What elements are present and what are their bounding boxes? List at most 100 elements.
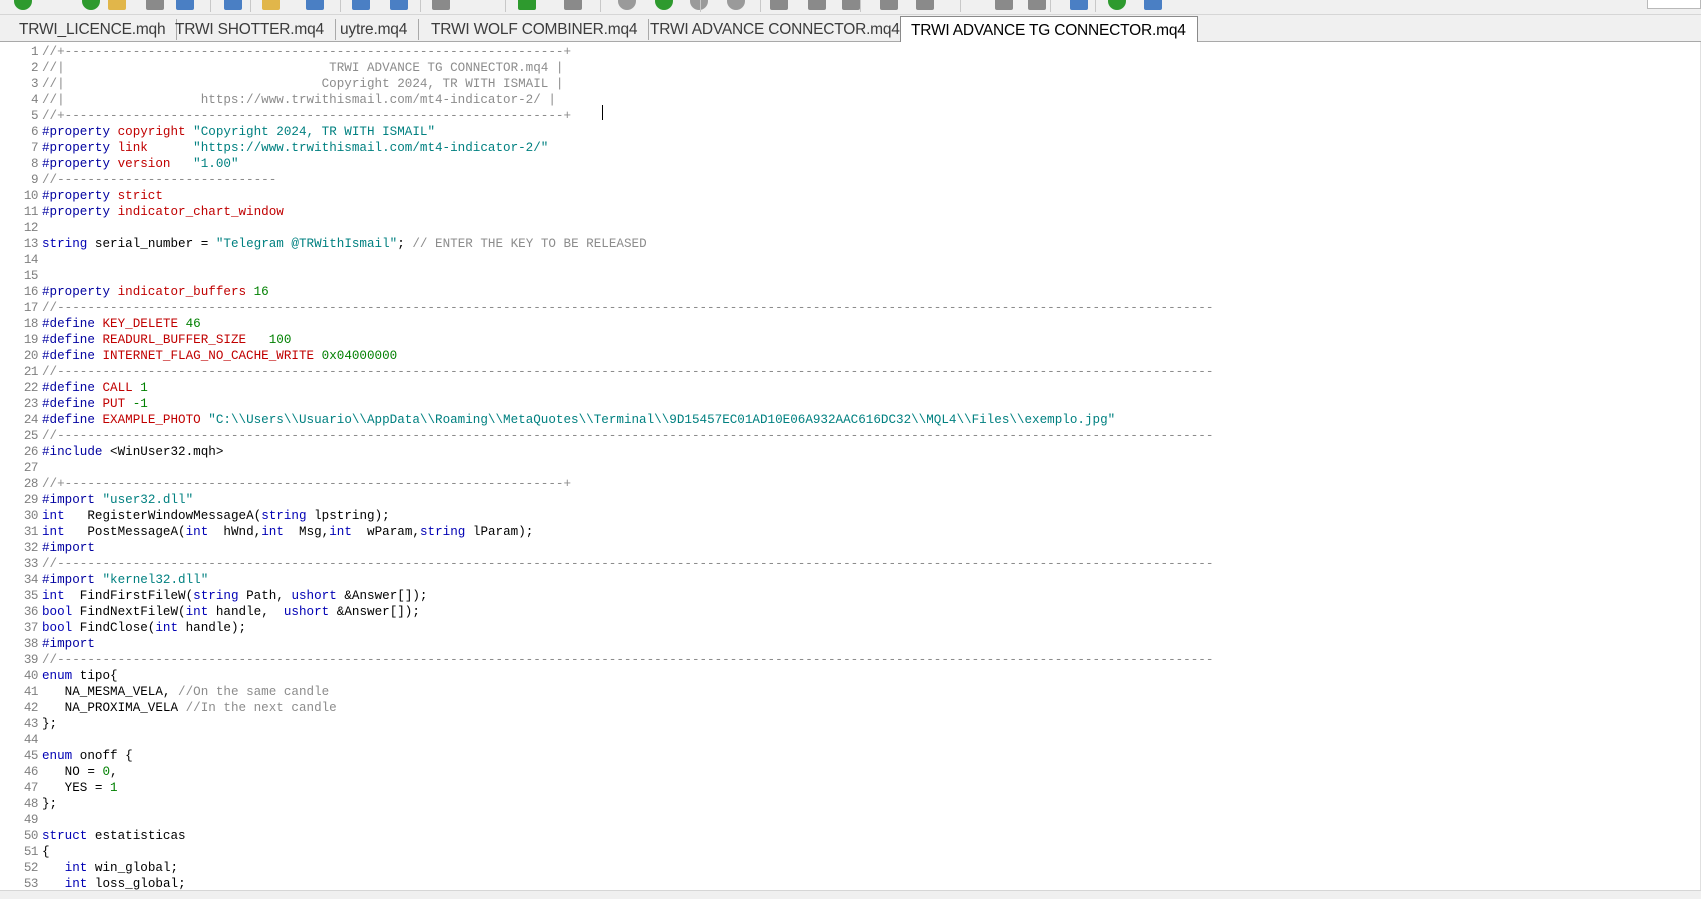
compile-icon[interactable]	[1108, 0, 1126, 10]
download-icon[interactable]	[352, 0, 370, 10]
code-line[interactable]: 51{	[0, 844, 1701, 860]
code-line[interactable]: 8 #property version "1.00"	[0, 156, 1701, 172]
code-line[interactable]: 33//------------------------------------…	[0, 556, 1701, 572]
open-folder-icon[interactable]	[82, 0, 100, 10]
redo-icon[interactable]	[306, 0, 324, 10]
compile-icon[interactable]	[176, 0, 194, 10]
code-line[interactable]: 46 NO = 0,	[0, 764, 1701, 780]
stop-icon[interactable]	[564, 0, 582, 10]
code-line[interactable]: 3//| Copyright 2024, TR WITH ISMAIL |	[0, 76, 1701, 92]
toolbar	[0, 0, 1701, 15]
save-icon[interactable]	[1028, 0, 1046, 10]
code-line[interactable]: 19 #define READURL_BUFFER_SIZE 100	[0, 332, 1701, 348]
code-line[interactable]: 26 #include <WinUser32.mqh>	[0, 444, 1701, 460]
code-line[interactable]: 31 int PostMessageA(int hWnd,int Msg,int …	[0, 524, 1701, 540]
bookmark-icon[interactable]	[1144, 0, 1162, 10]
pause-icon[interactable]	[518, 0, 536, 10]
code-token-kw: int	[329, 525, 352, 539]
code-line[interactable]: 9//-----------------------------	[0, 172, 1701, 188]
undo-icon[interactable]	[262, 0, 280, 10]
find-icon[interactable]	[727, 0, 745, 10]
code-line[interactable]: 5//+------------------------------------…	[0, 108, 1701, 124]
code-line[interactable]: 21//------------------------------------…	[0, 364, 1701, 380]
code-line[interactable]: 34 #import "kernel32.dll"	[0, 572, 1701, 588]
code-line[interactable]: 11 #property indicator_chart_window	[0, 204, 1701, 220]
code-token-pre: #import	[42, 573, 103, 587]
code-line[interactable]: 52 int win_global;	[0, 860, 1701, 876]
code-token-comment: //+-------------------------------------…	[42, 45, 572, 59]
open-folder-icon[interactable]	[995, 0, 1013, 10]
step-into-icon[interactable]	[618, 0, 636, 10]
file-tab[interactable]: TRWI ADVANCE TG CONNECTOR.mq4	[900, 16, 1198, 43]
run-icon[interactable]	[432, 0, 450, 10]
code-line[interactable]: 4//| https://www.trwithismail.com/mt4-in…	[0, 92, 1701, 108]
file-tab[interactable]: TRWI_LICENCE.mqh	[9, 19, 178, 40]
code-line[interactable]: 50 struct estatisticas	[0, 828, 1701, 844]
line-number: 29	[23, 493, 39, 507]
code-line[interactable]: 1//+------------------------------------…	[0, 44, 1701, 60]
code-line[interactable]: 23 #define PUT -1	[0, 396, 1701, 412]
code-line[interactable]: 47 YES = 1	[0, 780, 1701, 796]
code-line[interactable]: 25//------------------------------------…	[0, 428, 1701, 444]
code-line[interactable]: 15	[0, 268, 1701, 284]
code-line[interactable]: 48};	[0, 796, 1701, 812]
code-line[interactable]: 32 #import	[0, 540, 1701, 556]
code-line[interactable]: 13 string serial_number = "Telegram @TRWi…	[0, 236, 1701, 252]
line-number: 25	[23, 429, 39, 443]
code-line[interactable]: 45 enum onoff {	[0, 748, 1701, 764]
code-line[interactable]: 53 int loss_global;	[0, 876, 1701, 890]
code-line[interactable]: 28//+-----------------------------------…	[0, 476, 1701, 492]
step-over-icon[interactable]	[655, 0, 673, 10]
code-line[interactable]: 36 bool FindNextFileW(int handle, ushort …	[0, 604, 1701, 620]
save-icon[interactable]	[108, 0, 126, 10]
code-line[interactable]: 20 #define INTERNET_FLAG_NO_CACHE_WRITE 0…	[0, 348, 1701, 364]
check-icon[interactable]	[842, 0, 860, 10]
code-line[interactable]: 16 #property indicator_buffers 16	[0, 284, 1701, 300]
code-editor[interactable]: 1//+------------------------------------…	[0, 42, 1701, 890]
toolbar-search-box[interactable]	[1647, 0, 1701, 9]
code-line[interactable]: 40 enum tipo{	[0, 668, 1701, 684]
code-line[interactable]: 18 #define KEY_DELETE 46	[0, 316, 1701, 332]
navigator-icon[interactable]	[808, 0, 826, 10]
search-icon[interactable]	[770, 0, 788, 10]
new-file-icon[interactable]	[14, 0, 32, 10]
code-line[interactable]: 10 #property strict	[0, 188, 1701, 204]
code-token-kw: string	[419, 525, 466, 539]
step-out-icon[interactable]	[690, 0, 708, 10]
bookmark-icon[interactable]	[224, 0, 242, 10]
code-line[interactable]: 49	[0, 812, 1701, 828]
file-tab[interactable]: uytre.mq4	[330, 19, 420, 40]
save-all-icon[interactable]	[1070, 0, 1088, 10]
code-line[interactable]: 22 #define CALL 1	[0, 380, 1701, 396]
code-line[interactable]: 38 #import	[0, 636, 1701, 652]
code-line[interactable]: 24 #define EXAMPLE_PHOTO "C:\\Users\\Usua…	[0, 412, 1701, 428]
save-all-icon[interactable]	[146, 0, 164, 10]
code-line[interactable]: 2//| TRWI ADVANCE TG CONNECTOR.mq4 |	[0, 60, 1701, 76]
code-token-kw: string	[42, 237, 88, 251]
code-line[interactable]: 39//------------------------------------…	[0, 652, 1701, 668]
code-line[interactable]: 35 int FindFirstFileW(string Path, ushort…	[0, 588, 1701, 604]
file-tab[interactable]: TRWI ADVANCE CONNECTOR.mq4	[640, 19, 912, 40]
code-line[interactable]: 41 NA_MESMA_VELA, //On the same candle	[0, 684, 1701, 700]
code-line[interactable]: 7 #property link "https://www.trwithismai…	[0, 140, 1701, 156]
code-line[interactable]: 44	[0, 732, 1701, 748]
code-line[interactable]: 37 bool FindClose(int handle);	[0, 620, 1701, 636]
code-line[interactable]: 30 int RegisterWindowMessageA(string lpst…	[0, 508, 1701, 524]
code-token-plain: NO =	[42, 765, 103, 779]
code-line[interactable]: 12	[0, 220, 1701, 236]
code-line[interactable]: 6 #property copyright "Copyright 2024, TR…	[0, 124, 1701, 140]
code-token-prop: indicator_chart_window	[117, 205, 284, 219]
code-line[interactable]: 27	[0, 460, 1701, 476]
new-file-icon[interactable]	[916, 0, 934, 10]
code-line[interactable]: 17//------------------------------------…	[0, 300, 1701, 316]
table-icon[interactable]	[880, 0, 898, 10]
start-debug-icon[interactable]	[390, 0, 408, 10]
file-tab[interactable]: TRWI SHOTTER.mq4	[165, 19, 336, 40]
code-line[interactable]: 14	[0, 252, 1701, 268]
code-token-kw: bool	[42, 621, 73, 635]
file-tab[interactable]: TRWI WOLF COMBINER.mq4	[421, 19, 650, 40]
code-line[interactable]: 43};	[0, 716, 1701, 732]
code-line[interactable]: 42 NA_PROXIMA_VELA //In the next candle	[0, 700, 1701, 716]
code-line[interactable]: 29 #import "user32.dll"	[0, 492, 1701, 508]
